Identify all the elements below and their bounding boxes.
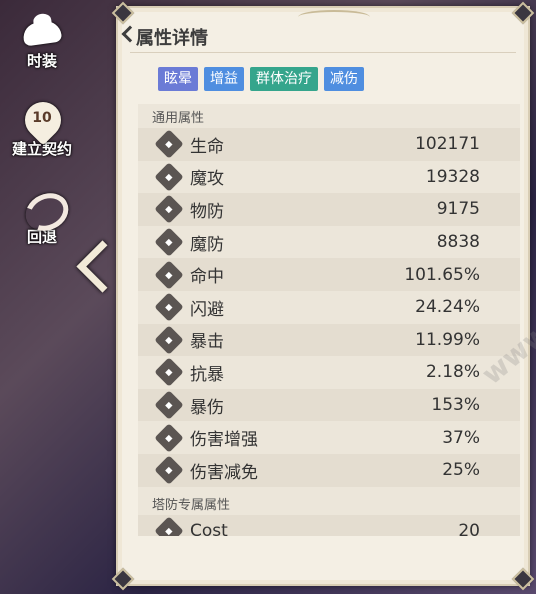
- stat-value: 101.65%: [404, 264, 480, 285]
- shield-icon: ◆: [154, 194, 184, 225]
- stat-value: 11.99%: [415, 329, 480, 350]
- stat-row: ◆ 命中 101.65%: [138, 258, 520, 291]
- stat-row: ◆ 暴伤 153%: [138, 388, 520, 422]
- dodge-icon: ◆: [154, 292, 184, 322]
- stat-name: 魔防: [190, 234, 224, 255]
- costume-label: 时装: [26, 52, 57, 70]
- stat-name: 物防: [190, 201, 224, 222]
- stat-row: ◆ 抗暴 2.18%: [138, 356, 520, 389]
- section-general: 通用属性: [152, 111, 205, 126]
- contract-button[interactable]: 10 建立契约: [0, 94, 84, 158]
- top-ornament: [298, 10, 370, 24]
- stat-name: 抗暴: [190, 364, 224, 385]
- crit-resist-icon: ◆: [154, 357, 184, 388]
- stat-name: 伤害减免: [190, 462, 258, 483]
- attribute-scroll-list[interactable]: 通用属性 ◆ 生命 102171 ◆ 魔攻 19328 ◆ 物防 9175 ◆ 魔防 8838 ◆ 命中 1…: [138, 104, 520, 536]
- section-tower-defense: 塔防专属属性: [152, 497, 231, 513]
- undo-icon: [19, 186, 75, 238]
- stat-value: 25%: [442, 460, 480, 481]
- stat-row: ◆ 伤害减免 25%: [138, 453, 520, 487]
- stat-value: 37%: [442, 427, 480, 448]
- costume-button[interactable]: 时装: [0, 12, 84, 70]
- tag-stun: 眩晕: [158, 67, 198, 91]
- stat-row: ◆ 生命 102171: [138, 128, 520, 161]
- stat-row: ◆ 物防 9175: [138, 193, 520, 226]
- stat-row: ◆ 魔防 8838: [138, 226, 520, 259]
- stat-value: 102171: [415, 134, 480, 155]
- tag-buff: 增益: [204, 67, 244, 91]
- corner-ornament: [512, 2, 534, 24]
- stat-row: ◆ 闪避 24.24%: [138, 291, 520, 324]
- divider: [130, 52, 516, 53]
- stat-value: 153%: [431, 395, 480, 416]
- damage-boost-icon: ◆: [154, 422, 184, 453]
- stat-name: 生命: [190, 136, 224, 157]
- stat-name: 闪避: [190, 299, 224, 320]
- target-icon: ◆: [154, 259, 184, 290]
- hat-icon: [19, 12, 65, 54]
- cost-icon: ◆: [154, 516, 184, 536]
- stat-value: 8838: [436, 232, 480, 253]
- undo-button[interactable]: 回退: [0, 186, 84, 246]
- attribute-panel: 属性详情 眩晕 增益 群体治疗 减伤 通用属性 ◆ 生命 102171 ◆ 魔攻 1932…: [116, 6, 536, 586]
- crit-damage-icon: ◆: [154, 390, 184, 420]
- stat-name: 魔攻: [190, 169, 224, 190]
- crit-icon: ◆: [154, 325, 184, 355]
- stat-row: ◆ Cost 20: [138, 514, 520, 536]
- tag-list: 眩晕 增益 群体治疗 减伤: [158, 67, 364, 91]
- magic-shield-icon: ◆: [154, 227, 184, 257]
- corner-ornament: [112, 568, 134, 590]
- back-button[interactable]: [76, 240, 129, 304]
- stat-row: ◆ 伤害增强 37%: [138, 421, 520, 454]
- stat-value: 2.18%: [425, 362, 480, 383]
- stat-row: ◆ 魔攻 19328: [138, 161, 520, 194]
- panel-title[interactable]: 属性详情: [136, 24, 208, 50]
- heart-icon: 10: [17, 94, 69, 146]
- stat-name: 暴伤: [190, 397, 224, 418]
- contract-level: 10: [32, 110, 52, 126]
- stat-value: 19328: [425, 166, 480, 187]
- heart-icon: ◆: [154, 129, 184, 160]
- stat-value: 20: [458, 520, 480, 536]
- stat-value: 9175: [436, 199, 480, 220]
- staff-icon: ◆: [154, 162, 184, 192]
- stat-name: 暴击: [190, 332, 224, 353]
- tag-group-heal: 群体治疗: [250, 67, 318, 91]
- stat-value: 24.24%: [415, 297, 480, 318]
- tag-damage-reduction: 减伤: [324, 67, 364, 91]
- stat-name: 伤害增强: [190, 430, 258, 451]
- damage-reduce-icon: ◆: [154, 455, 184, 485]
- stat-name: 命中: [190, 267, 224, 288]
- corner-ornament: [112, 2, 134, 24]
- corner-ornament: [512, 568, 534, 590]
- stat-row: ◆ 暴击 11.99%: [138, 323, 520, 357]
- stat-name: Cost: [190, 520, 228, 536]
